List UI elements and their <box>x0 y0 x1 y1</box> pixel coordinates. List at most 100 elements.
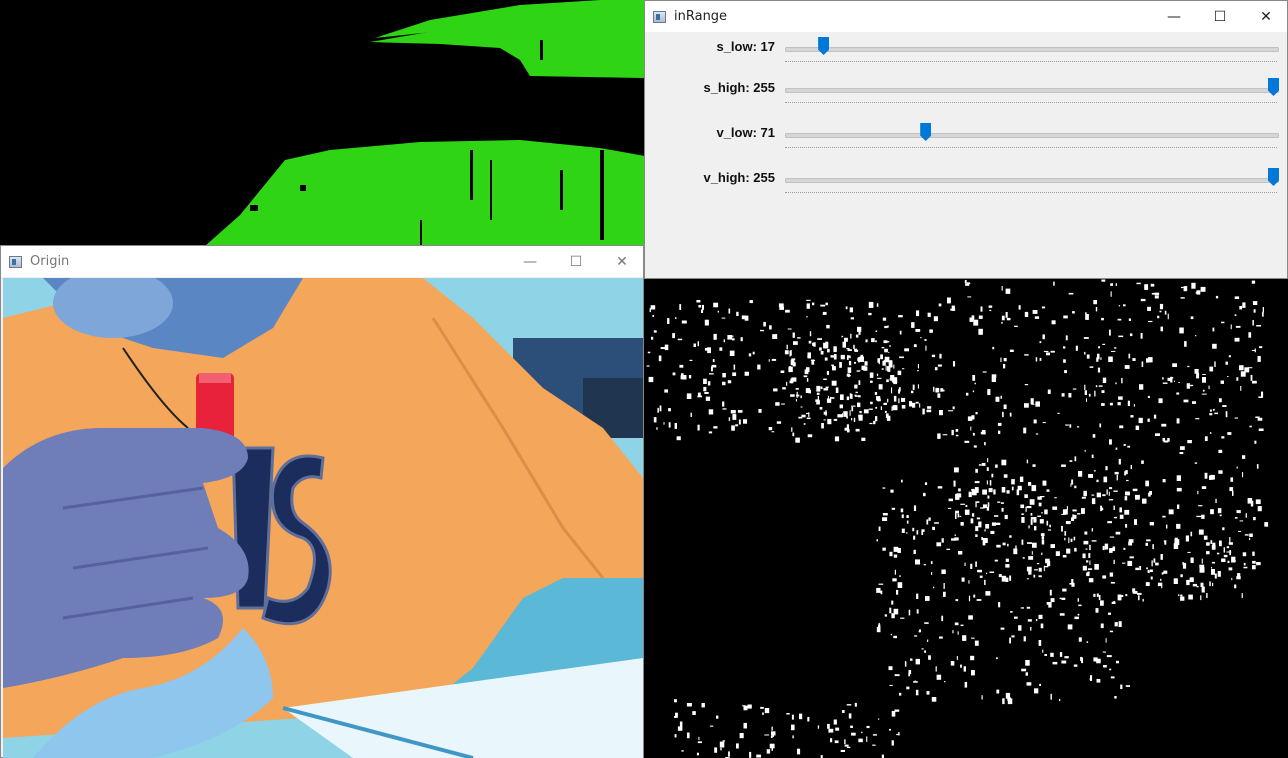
mask-speck <box>911 390 914 394</box>
mask-speck <box>1005 312 1008 318</box>
mask-speck <box>854 349 859 352</box>
trackbar-thumb[interactable] <box>1268 168 1279 186</box>
mask-speck <box>1031 551 1033 555</box>
trackbar-rail[interactable] <box>785 133 1279 138</box>
mask-speck <box>714 747 718 753</box>
close-button[interactable]: ✕ <box>599 246 645 277</box>
mask-speck <box>790 359 795 366</box>
trackbar-rail[interactable] <box>785 88 1279 93</box>
maximize-button[interactable]: ☐ <box>1197 1 1243 32</box>
mask-speck <box>732 335 734 338</box>
trackbar-thumb[interactable] <box>920 123 932 141</box>
mask-speck <box>1096 679 1101 683</box>
mask-speck <box>843 411 848 417</box>
mask-speck <box>806 417 811 420</box>
mask-speck <box>1103 476 1108 483</box>
inrange-window-title: inRange <box>674 9 728 24</box>
mask-speck <box>833 719 837 725</box>
mask-speck <box>1244 534 1249 536</box>
mask-speck <box>888 361 893 368</box>
mask-speck <box>698 305 702 308</box>
mask-speck <box>846 704 852 706</box>
mask-speck <box>842 710 845 713</box>
mask-speck <box>1042 649 1044 653</box>
mask-speck <box>1231 577 1233 581</box>
mask-speck <box>900 508 904 513</box>
mask-speck <box>1030 517 1034 520</box>
mask-speck <box>1039 519 1044 524</box>
mask-speck <box>1230 477 1234 482</box>
mask-speck <box>1190 316 1194 320</box>
mask-speck <box>878 624 881 630</box>
mask-speck <box>1164 310 1167 315</box>
mask-output-view <box>0 0 645 246</box>
mask-speck <box>1095 608 1099 613</box>
mask-speck <box>981 695 983 700</box>
mask-speck <box>806 378 809 382</box>
mask-speck <box>815 399 820 402</box>
mask-speck <box>1108 612 1111 615</box>
origin-titlebar[interactable]: Origin — ☐ ✕ <box>1 246 643 277</box>
mask-speck <box>956 656 958 660</box>
mask-speck <box>871 338 875 343</box>
trackbar-rail[interactable] <box>785 47 1279 52</box>
mask-speck <box>1114 471 1119 475</box>
mask-speck <box>854 361 856 364</box>
mask-speck <box>915 329 921 332</box>
mask-speck <box>974 640 979 646</box>
mask-speck <box>1001 459 1007 466</box>
mask-speck <box>849 410 851 416</box>
mask-speck <box>1036 563 1040 565</box>
mask-speck <box>668 422 671 428</box>
close-button[interactable]: ✕ <box>1243 1 1288 32</box>
mask-speck <box>772 733 774 737</box>
mask-speck <box>687 732 690 739</box>
mask-speck <box>803 423 806 425</box>
maximize-button[interactable]: ☐ <box>553 246 599 277</box>
mask-speck <box>909 401 913 407</box>
mask-speck <box>1011 479 1015 485</box>
inrange-titlebar[interactable]: inRange — ☐ ✕ <box>645 1 1287 32</box>
mask-speck <box>1005 558 1009 562</box>
mask-speck <box>961 577 965 582</box>
mask-speck <box>1066 548 1071 554</box>
mask-speck <box>1252 380 1257 384</box>
mask-speck <box>1081 496 1086 499</box>
mask-speck <box>1053 281 1055 286</box>
mask-speck <box>1069 460 1073 462</box>
trackbar-thumb[interactable] <box>818 37 830 55</box>
mask-speck <box>1100 623 1104 629</box>
mask-speck <box>1084 390 1087 395</box>
mask-speck <box>1032 542 1037 548</box>
mask-speck <box>919 403 921 408</box>
mask-speck <box>736 743 739 749</box>
mask-speck <box>1153 414 1157 419</box>
mask-speck <box>1154 295 1159 299</box>
minimize-button[interactable]: — <box>507 246 553 277</box>
minimize-button[interactable]: — <box>1151 1 1197 32</box>
mask-speck <box>890 375 895 379</box>
mask-speck <box>807 352 811 359</box>
mask-speck <box>986 480 988 485</box>
mask-speck <box>978 328 983 335</box>
mask-speck <box>1088 578 1094 583</box>
trackbar-rail[interactable] <box>785 178 1279 183</box>
mask-speck <box>1010 611 1013 613</box>
mask-speck <box>1005 288 1011 294</box>
mask-speck <box>953 480 956 487</box>
mask-speck <box>1158 398 1163 404</box>
mask-speck <box>1104 543 1109 550</box>
mask-speck <box>1164 541 1167 545</box>
mask-speck <box>881 368 884 370</box>
mask-speck <box>1110 581 1115 584</box>
trackbar-v-low: v_low: 71 <box>645 121 1287 161</box>
mask-speck <box>697 341 699 347</box>
mask-speck <box>1006 317 1011 321</box>
mask-speck <box>975 412 978 415</box>
mask-speck <box>1101 317 1104 321</box>
mask-speck <box>1160 554 1163 560</box>
trackbar-thumb[interactable] <box>1268 78 1279 96</box>
mask-speck <box>1180 297 1185 299</box>
mask-speck <box>827 348 830 353</box>
mask-speck <box>1109 329 1111 336</box>
